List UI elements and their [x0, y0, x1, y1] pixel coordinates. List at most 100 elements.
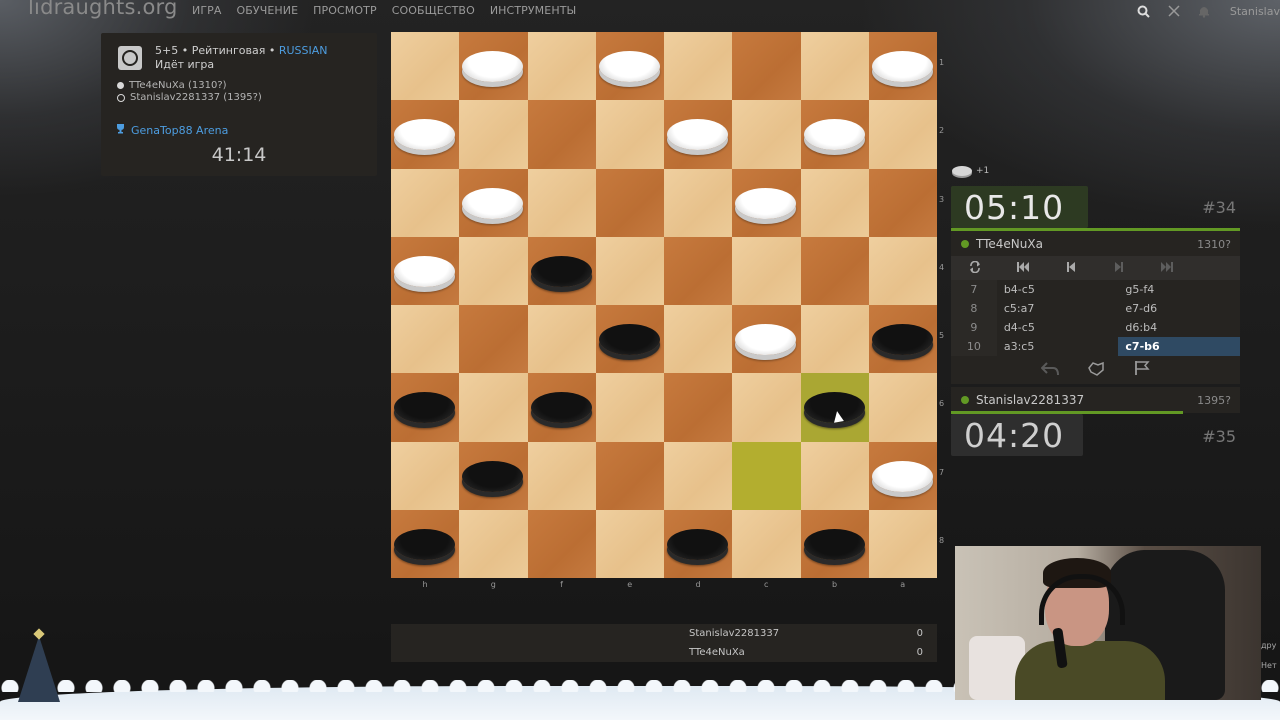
- white-move[interactable]: c5:a7: [997, 299, 1119, 318]
- white-player-row[interactable]: TTe4eNuXa (1310?): [117, 80, 227, 91]
- board-square-h1[interactable]: [391, 32, 460, 101]
- white-piece[interactable]: [871, 51, 933, 82]
- board-square-f2[interactable]: [527, 100, 596, 169]
- white-player-name[interactable]: TTe4eNuXa (1310?): [129, 80, 227, 91]
- board-square-g5[interactable]: [459, 305, 528, 374]
- board-square-b7[interactable]: [800, 441, 869, 510]
- board-square-f5[interactable]: [527, 305, 596, 374]
- black-player-row[interactable]: Stanislav2281337 (1395?): [117, 92, 262, 103]
- board-square-f1[interactable]: [527, 32, 596, 101]
- board-square-e6[interactable]: [595, 373, 664, 442]
- board-square-g7[interactable]: [459, 441, 528, 510]
- resign-flag-icon[interactable]: [1130, 360, 1154, 380]
- white-move[interactable]: a3:c5: [997, 337, 1119, 356]
- board-square-d7[interactable]: [664, 441, 733, 510]
- board-square-a2[interactable]: [868, 100, 937, 169]
- board-square-g3[interactable]: [459, 168, 528, 237]
- first-move-icon[interactable]: [999, 261, 1047, 275]
- board-square-a1[interactable]: [868, 32, 937, 101]
- white-piece[interactable]: [667, 119, 728, 151]
- board-square-h3[interactable]: [391, 168, 460, 237]
- black-move[interactable]: g5-f4: [1118, 280, 1240, 299]
- nav-item-watch[interactable]: ПРОСМОТР: [313, 4, 377, 17]
- board-square-b5[interactable]: [800, 305, 869, 374]
- board-square-c7[interactable]: [732, 441, 801, 510]
- board-square-c3[interactable]: [732, 168, 801, 237]
- board-square-a7[interactable]: [868, 441, 937, 510]
- board-square-a3[interactable]: [868, 168, 937, 237]
- opponent-name[interactable]: TTe4eNuXa: [976, 237, 1043, 251]
- board-square-b3[interactable]: [800, 168, 869, 237]
- white-piece[interactable]: [803, 119, 865, 151]
- board-square-b2[interactable]: [800, 100, 869, 169]
- white-move[interactable]: d4-c5: [997, 318, 1119, 337]
- arena-name[interactable]: GenaTop88 Arena: [131, 124, 228, 137]
- board-square-e1[interactable]: [595, 32, 664, 101]
- board-square-e3[interactable]: [595, 168, 664, 237]
- black-move[interactable]: e7-d6: [1118, 299, 1240, 318]
- black-piece[interactable]: [871, 324, 933, 355]
- next-move-icon[interactable]: [1095, 261, 1143, 275]
- board-square-g1[interactable]: [459, 32, 528, 101]
- prev-move-icon[interactable]: [1047, 261, 1095, 275]
- site-logo[interactable]: lidraughts.org: [28, 0, 178, 19]
- white-piece[interactable]: [462, 51, 524, 82]
- board-square-b1[interactable]: [800, 32, 869, 101]
- board-square-e8[interactable]: [595, 509, 664, 578]
- white-piece[interactable]: [871, 460, 933, 492]
- white-piece[interactable]: [735, 324, 797, 355]
- board-square-e4[interactable]: [595, 236, 664, 305]
- board-square-f3[interactable]: [527, 168, 596, 237]
- white-piece[interactable]: [394, 255, 455, 287]
- board-square-b6[interactable]: [800, 373, 869, 442]
- black-piece[interactable]: [530, 392, 592, 424]
- board-square-e2[interactable]: [595, 100, 664, 169]
- board-square-d1[interactable]: [664, 32, 733, 101]
- black-piece[interactable]: [667, 528, 728, 560]
- white-piece[interactable]: [735, 187, 797, 219]
- board-square-e7[interactable]: [595, 441, 664, 510]
- flip-board-icon[interactable]: [951, 260, 999, 276]
- board-grid[interactable]: [391, 32, 937, 578]
- nav-item-tools[interactable]: ИНСТРУМЕНТЫ: [490, 4, 576, 17]
- search-icon[interactable]: [1136, 3, 1152, 19]
- tools-icon[interactable]: [1166, 3, 1182, 19]
- black-piece[interactable]: [598, 324, 660, 355]
- nav-item-community[interactable]: СООБЩЕСТВО: [392, 4, 475, 17]
- black-piece[interactable]: [394, 392, 455, 424]
- board-square-c1[interactable]: [732, 32, 801, 101]
- nav-item-learn[interactable]: ОБУЧЕНИЕ: [237, 4, 299, 17]
- board-square-h5[interactable]: [391, 305, 460, 374]
- score-player-name[interactable]: TTe4eNuXa: [689, 647, 745, 658]
- white-move[interactable]: b4-c5: [997, 280, 1119, 299]
- user-menu[interactable]: Stanislav: [1230, 5, 1280, 18]
- black-move[interactable]: d6:b4: [1118, 318, 1240, 337]
- board-square-c5[interactable]: [732, 305, 801, 374]
- black-piece[interactable]: [803, 528, 865, 560]
- board-square-d4[interactable]: [664, 236, 733, 305]
- nav-item-play[interactable]: ИГРА: [192, 4, 222, 17]
- board-square-d2[interactable]: [664, 100, 733, 169]
- board-square-c6[interactable]: [732, 373, 801, 442]
- board-square-f4[interactable]: [527, 236, 596, 305]
- white-piece[interactable]: [394, 119, 455, 151]
- board-square-h6[interactable]: [391, 373, 460, 442]
- board-square-h8[interactable]: [391, 509, 460, 578]
- board-square-g8[interactable]: [459, 509, 528, 578]
- board-square-h7[interactable]: [391, 441, 460, 510]
- board-square-h2[interactable]: [391, 100, 460, 169]
- board-square-f8[interactable]: [527, 509, 596, 578]
- black-piece[interactable]: [462, 460, 524, 492]
- board-square-c2[interactable]: [732, 100, 801, 169]
- board-square-g2[interactable]: [459, 100, 528, 169]
- board-square-c4[interactable]: [732, 236, 801, 305]
- variant-link[interactable]: RUSSIAN: [279, 44, 328, 57]
- bell-icon[interactable]: [1196, 3, 1212, 19]
- board-square-d8[interactable]: [664, 509, 733, 578]
- board-square-d3[interactable]: [664, 168, 733, 237]
- current-move[interactable]: c7-b6: [1118, 337, 1240, 356]
- board-square-b8[interactable]: [800, 509, 869, 578]
- board-square-b4[interactable]: [800, 236, 869, 305]
- board-square-f7[interactable]: [527, 441, 596, 510]
- own-name[interactable]: Stanislav2281337: [976, 393, 1084, 407]
